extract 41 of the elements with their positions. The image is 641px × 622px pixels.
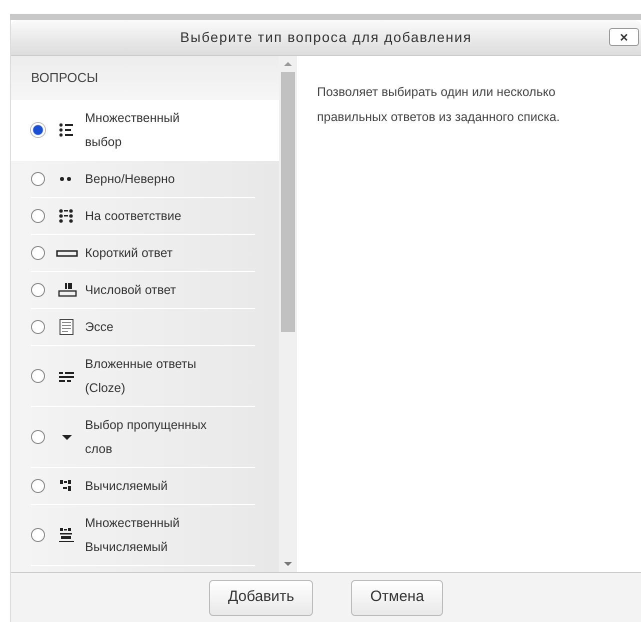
question-type-label: Числовой ответ xyxy=(85,282,178,299)
list-item[interactable]: Выбор пропущенных слов xyxy=(11,407,279,468)
question-type-label: Верно/Неверно xyxy=(85,171,176,188)
question-type-label: Выбор пропущенных слов xyxy=(85,417,208,458)
dialog-button[interactable]: Отмена xyxy=(351,580,444,616)
question-type-label: Множественный выбор xyxy=(85,110,181,151)
list-item[interactable]: Верно/Неверно xyxy=(11,161,279,198)
scroll-up-icon[interactable] xyxy=(283,60,293,68)
radio-button[interactable] xyxy=(31,209,45,223)
dialog-button[interactable]: Добавить xyxy=(208,580,314,616)
question-type-label: Вычисляемый xyxy=(85,478,169,495)
scrollbar[interactable] xyxy=(279,56,297,572)
scrollbar-thumb[interactable] xyxy=(281,72,295,332)
scroll-down-icon[interactable] xyxy=(283,560,293,568)
radio-button[interactable] xyxy=(31,246,45,260)
question-type-label: Эссе xyxy=(85,319,114,336)
dialog-title: Выберите тип вопроса для добавления xyxy=(180,28,472,47)
list-item[interactable]: На соответствие xyxy=(11,198,279,235)
list-item[interactable]: Множественный Вычисляемый xyxy=(11,505,279,566)
radio-button[interactable] xyxy=(31,172,45,186)
question-type-label: На соответствие xyxy=(85,208,182,225)
list-item[interactable]: Вложенные ответы (Cloze) xyxy=(11,346,279,407)
question-type-label: Короткий ответ xyxy=(85,245,174,262)
caret-icon xyxy=(62,434,72,440)
question-type-label: Вложенные ответы (Cloze) xyxy=(85,356,198,397)
list-item[interactable]: Эссе xyxy=(11,309,279,346)
radio-button[interactable] xyxy=(31,123,45,137)
description-text: Позволяет выбирать один или несколько правильных ответов из заданного списка. xyxy=(317,84,561,126)
radio-button[interactable] xyxy=(31,430,45,444)
close-button[interactable]: × xyxy=(609,28,639,46)
list-item[interactable]: Числовой ответ xyxy=(11,272,279,309)
radio-button[interactable] xyxy=(31,369,45,383)
question-type-label: Множественный Вычисляемый xyxy=(85,515,181,556)
radio-button[interactable] xyxy=(31,320,45,334)
radio-button[interactable] xyxy=(31,283,45,297)
list-item[interactable]: Вычисляемый xyxy=(11,468,279,505)
radio-button[interactable] xyxy=(31,528,45,542)
selected-list-item[interactable]: Множественный выбор xyxy=(11,100,279,161)
section-heading: ВОПРОСЫ xyxy=(11,56,279,100)
radio-button[interactable] xyxy=(31,479,45,493)
list-item[interactable]: Короткий ответ xyxy=(11,235,279,272)
